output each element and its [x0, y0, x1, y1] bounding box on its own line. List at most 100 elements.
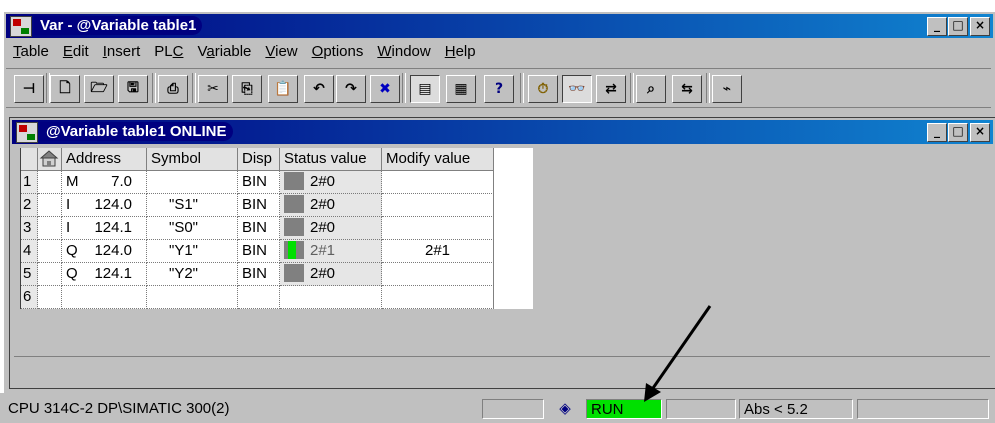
display-format-cell[interactable]: BIN — [238, 217, 280, 240]
trigger-button[interactable]: ⌁ — [712, 75, 742, 103]
menu-item[interactable]: Variable — [190, 41, 258, 63]
modify-value-cell[interactable] — [382, 286, 494, 309]
symbol-cell[interactable]: "Y2" — [147, 263, 238, 286]
close-button[interactable]: × — [970, 17, 990, 36]
modify-value-cell[interactable] — [382, 171, 494, 194]
row-number[interactable]: 4 — [21, 240, 38, 263]
address-column-header[interactable]: Address — [62, 148, 147, 171]
cpu-run-status: RUN — [586, 399, 662, 419]
menu-item-accelerator: H — [444, 43, 456, 60]
glasses-button[interactable]: 👓 — [562, 75, 592, 103]
table-minimize-button[interactable]: _ — [927, 123, 947, 142]
app-title-bar[interactable]: Var - @Variable table1 _ □ × — [6, 14, 993, 38]
status-value-cell: 2#0 — [280, 263, 382, 286]
menu-item[interactable]: Options — [305, 41, 371, 63]
modify-value-column-header[interactable]: Modify value — [382, 148, 494, 171]
copy-button[interactable]: ⎘ — [232, 75, 262, 103]
table-close-button[interactable]: × — [970, 123, 990, 142]
delete-button[interactable]: ✖ — [370, 75, 400, 103]
symbol-cell[interactable]: "S1" — [147, 194, 238, 217]
monitor-button[interactable]: ⏱ — [528, 75, 558, 103]
print-button[interactable]: ⎙ — [158, 75, 188, 103]
cut-button[interactable]: ✂ — [198, 75, 228, 103]
table-row[interactable]: 1 M 7.0 BIN 2#0 — [21, 171, 533, 194]
status-panel-extra — [857, 399, 989, 419]
redo-button[interactable]: ↷ — [336, 75, 366, 103]
symbol-cell[interactable] — [147, 286, 238, 309]
row-number[interactable]: 3 — [21, 217, 38, 240]
modify-value-cell[interactable]: 2#1 — [382, 240, 494, 263]
table-home-icon — [39, 150, 59, 167]
status-value-cell: 2#1 — [280, 240, 382, 263]
address-cell[interactable]: I 124.0 — [62, 194, 147, 217]
modify-once-button[interactable]: ⇆ — [672, 75, 702, 103]
table-row[interactable]: 2 I 124.0 "S1" BIN 2#0 — [21, 194, 533, 217]
menu-item[interactable]: Table — [6, 41, 56, 63]
app-logo-icon[interactable] — [10, 16, 32, 37]
symbol-cell[interactable]: "S0" — [147, 217, 238, 240]
modify-once-icon: ⇆ — [681, 81, 693, 97]
table-row[interactable]: 4 Q 124.0 "Y1" BIN 2#1 2#1 — [21, 240, 533, 263]
row-number[interactable]: 5 — [21, 263, 38, 286]
table-maximize-button[interactable]: □ — [948, 123, 968, 142]
table-row[interactable]: 6 — [21, 286, 533, 309]
table-window-logo-icon[interactable] — [16, 122, 38, 143]
online-button[interactable]: ▤ — [410, 75, 440, 103]
pin-button[interactable]: ⊣ — [14, 75, 44, 103]
address-operand: M — [66, 173, 79, 190]
modify-button[interactable]: ⇄ — [596, 75, 626, 103]
menu-item[interactable]: Help — [438, 41, 483, 63]
status-value-column-header[interactable]: Status value — [280, 148, 382, 171]
modify-value-cell[interactable] — [382, 217, 494, 240]
modify-value-cell[interactable] — [382, 194, 494, 217]
table-window-title-bar[interactable]: @Variable table1 ONLINE _ □ × — [12, 120, 993, 144]
monitor-once-button[interactable]: ⌕ — [636, 75, 666, 103]
address-cell[interactable]: I 124.1 — [62, 217, 147, 240]
minimize-button[interactable]: _ — [927, 17, 947, 36]
menu-item[interactable]: Edit — [56, 41, 96, 63]
new-button[interactable]: 🗋 — [50, 75, 80, 103]
modify-value-cell[interactable] — [382, 263, 494, 286]
display-format-cell[interactable]: BIN — [238, 263, 280, 286]
table-row[interactable]: 3 I 124.1 "S0" BIN 2#0 — [21, 217, 533, 240]
accessible-nodes-button[interactable]: ▦ — [446, 75, 476, 103]
display-format-cell[interactable]: BIN — [238, 194, 280, 217]
address-cell[interactable] — [62, 286, 147, 309]
row-icon-cell — [38, 263, 62, 286]
save-button[interactable]: 🖫 — [118, 75, 148, 103]
menu-item-accelerator: V — [265, 43, 276, 60]
maximize-button[interactable]: □ — [948, 17, 968, 36]
menu-item-label: ptions — [323, 43, 364, 60]
menu-item[interactable]: Insert — [96, 41, 148, 63]
copy-icon: ⎘ — [241, 81, 253, 97]
paste-button[interactable]: 📋 — [268, 75, 298, 103]
menu-item[interactable]: View — [258, 41, 304, 63]
symbol-cell[interactable]: "Y1" — [147, 240, 238, 263]
address-operand: Q — [66, 265, 78, 282]
status-indicator — [284, 195, 304, 214]
display-format-cell[interactable]: BIN — [238, 171, 280, 194]
address-cell[interactable]: Q 124.1 — [62, 263, 147, 286]
menu-item-label: riable — [214, 43, 252, 60]
display-format-column-header[interactable]: Disp — [238, 148, 280, 171]
menu-item[interactable]: PLC — [147, 41, 190, 63]
address-mode-indicator: Abs < 5.2 — [739, 399, 853, 419]
display-format-cell[interactable] — [238, 286, 280, 309]
undo-button[interactable]: ↶ — [304, 75, 334, 103]
header-icon-cell[interactable] — [38, 148, 62, 171]
row-number[interactable]: 1 — [21, 171, 38, 194]
symbol-column-header[interactable]: Symbol — [147, 148, 238, 171]
table-row[interactable]: 5 Q 124.1 "Y2" BIN 2#0 — [21, 263, 533, 286]
status-value: 2#0 — [310, 173, 336, 191]
address-cell[interactable]: M 7.0 — [62, 171, 147, 194]
address-cell[interactable]: Q 124.0 — [62, 240, 147, 263]
menu-item[interactable]: Window — [370, 41, 437, 63]
whats-this-button[interactable]: ? — [484, 75, 514, 103]
row-number[interactable]: 2 — [21, 194, 38, 217]
row-icon-cell — [38, 217, 62, 240]
address-value: 7.0 — [111, 173, 132, 190]
row-number[interactable]: 6 — [21, 286, 38, 309]
display-format-cell[interactable]: BIN — [238, 240, 280, 263]
symbol-cell[interactable] — [147, 171, 238, 194]
open-button[interactable]: 🗁 — [84, 75, 114, 103]
